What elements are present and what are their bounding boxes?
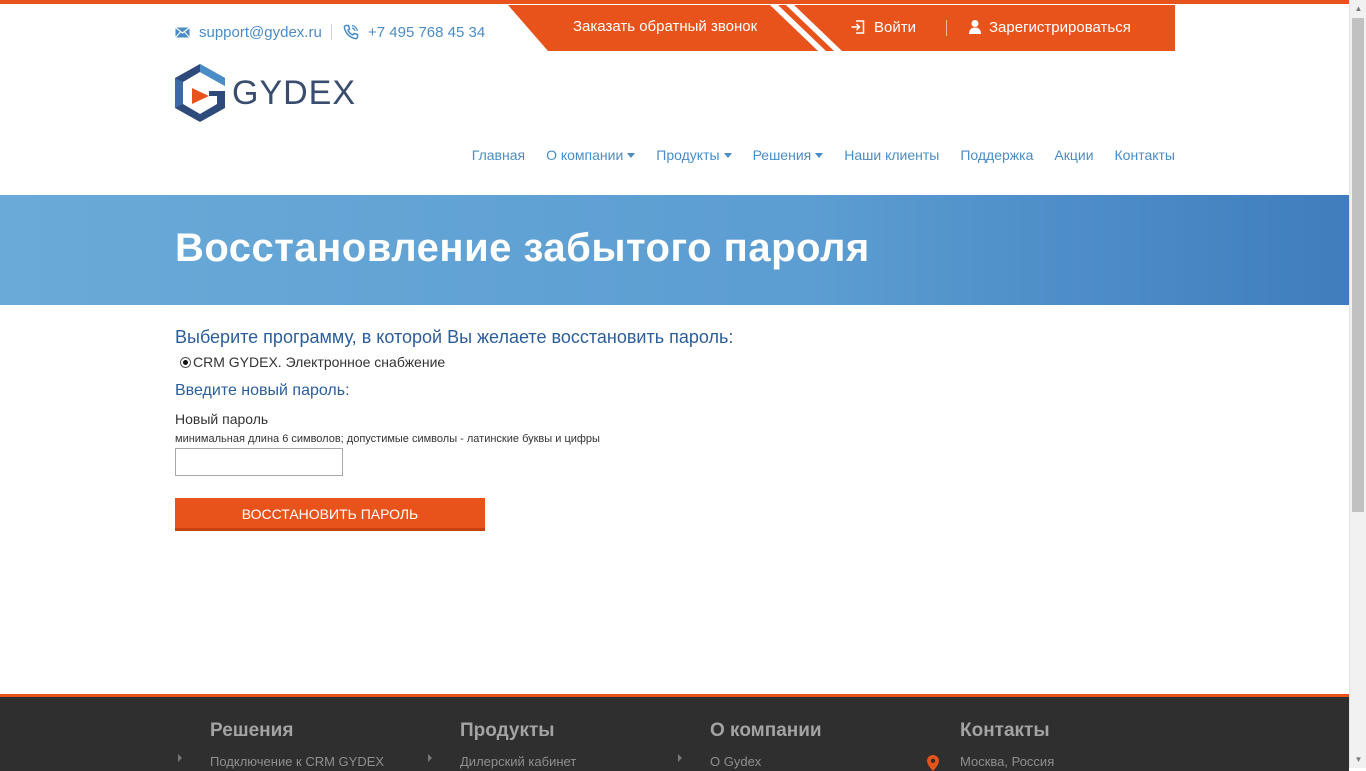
footer-column-products: Продукты Дилерский кабинет: [460, 720, 576, 769]
arrow-right-icon: [678, 754, 682, 762]
site-footer: Решения Подключение к CRM GYDEX Продукты…: [0, 694, 1349, 771]
caret-down-icon: [627, 152, 636, 158]
new-password-label: Новый пароль: [175, 411, 269, 427]
footer-column-solutions: Решения Подключение к CRM GYDEX: [210, 720, 384, 769]
bar-separator: [946, 20, 947, 36]
nav-item-label: Поддержка: [960, 147, 1034, 163]
footer-link[interactable]: Москва, Россия: [960, 754, 1054, 769]
page-scrollbar[interactable]: ▲ ▼: [1349, 0, 1366, 768]
callback-button[interactable]: Заказать обратный звонок: [573, 5, 757, 51]
user-icon: [969, 20, 981, 34]
email-text: support@gydex.ru: [199, 23, 322, 41]
location-pin-icon: [927, 755, 939, 771]
scroll-up-arrow-icon[interactable]: ▲: [1350, 0, 1366, 17]
footer-column-title: Решения: [210, 720, 294, 741]
footer-link[interactable]: Дилерский кабинет: [460, 754, 576, 769]
top-accent-line: [0, 0, 1349, 4]
scroll-down-arrow-icon[interactable]: ▼: [1350, 751, 1366, 768]
program-option-label: CRM GYDEX. Электронное снабжение: [193, 354, 446, 370]
logo-text: GYDEX: [232, 74, 357, 112]
page-banner: Восстановление забытого пароля: [0, 195, 1349, 305]
nav-item-clients[interactable]: Наши клиенты: [844, 147, 939, 163]
footer-column-title: Продукты: [460, 720, 555, 741]
login-label: Войти: [874, 18, 916, 36]
email-link[interactable]: support@gydex.ru: [175, 22, 322, 42]
program-question: Выберите программу, в которой Вы желаете…: [175, 327, 734, 347]
site-logo[interactable]: GYDEX: [175, 64, 356, 122]
nav-item-label: Главная: [471, 147, 526, 163]
top-action-bar: Заказать обратный звонок Войти Зарегистр…: [508, 5, 1175, 51]
contact-separator: [331, 24, 332, 40]
nav-item-home[interactable]: Главная: [472, 147, 525, 163]
nav-item-solutions[interactable]: Решения: [753, 147, 824, 163]
arrow-right-icon: [428, 754, 432, 762]
footer-column-title: Контакты: [960, 720, 1050, 741]
login-icon: [851, 20, 865, 34]
main-navigation: Главная О компании Продукты Решения Наши…: [451, 147, 1175, 163]
program-option-radio[interactable]: CRM GYDEX. Электронное снабжение: [180, 354, 445, 370]
nav-item-support[interactable]: Поддержка: [960, 147, 1033, 163]
new-password-heading: Введите новый пароль:: [175, 382, 350, 399]
register-label: Зарегистрироваться: [989, 18, 1131, 36]
new-password-input[interactable]: [175, 448, 343, 476]
footer-column-contacts: Контакты Москва, Россия: [960, 720, 1054, 769]
nav-item-label: Наши клиенты: [844, 147, 940, 163]
caret-down-icon: [815, 152, 824, 158]
restore-password-button[interactable]: ВОССТАНОВИТЬ ПАРОЛЬ: [175, 498, 485, 531]
nav-item-contacts[interactable]: Контакты: [1115, 147, 1175, 163]
new-password-hint: минимальная длина 6 символов; допустимые…: [175, 433, 600, 445]
login-button[interactable]: Войти: [850, 5, 916, 51]
scrollbar-thumb[interactable]: [1352, 18, 1364, 512]
footer-link[interactable]: Подключение к CRM GYDEX: [210, 754, 384, 769]
nav-item-label: Акции: [1054, 147, 1094, 163]
register-button[interactable]: Зарегистрироваться: [968, 5, 1131, 51]
phone-link[interactable]: +7 495 768 45 34: [343, 22, 485, 42]
nav-item-label: Контакты: [1114, 147, 1175, 163]
nav-item-about[interactable]: О компании: [546, 147, 636, 163]
footer-link[interactable]: О Gydex: [710, 754, 761, 769]
radio-selected-icon[interactable]: [180, 356, 191, 368]
phone-icon: [343, 24, 359, 40]
phone-text: +7 495 768 45 34: [368, 23, 486, 41]
caret-down-icon: [723, 152, 732, 158]
nav-item-label: Решения: [752, 147, 812, 163]
mail-icon: [175, 26, 190, 38]
arrow-right-icon: [178, 754, 182, 762]
nav-item-promotions[interactable]: Акции: [1054, 147, 1093, 163]
nav-item-products[interactable]: Продукты: [656, 147, 732, 163]
page-title: Восстановление забытого пароля: [175, 226, 870, 270]
footer-column-title: О компании: [710, 720, 822, 741]
nav-item-label: Продукты: [656, 147, 720, 163]
nav-item-label: О компании: [546, 147, 624, 163]
footer-column-about: О компании О Gydex: [710, 720, 822, 769]
gydex-logo-icon: [175, 64, 225, 122]
